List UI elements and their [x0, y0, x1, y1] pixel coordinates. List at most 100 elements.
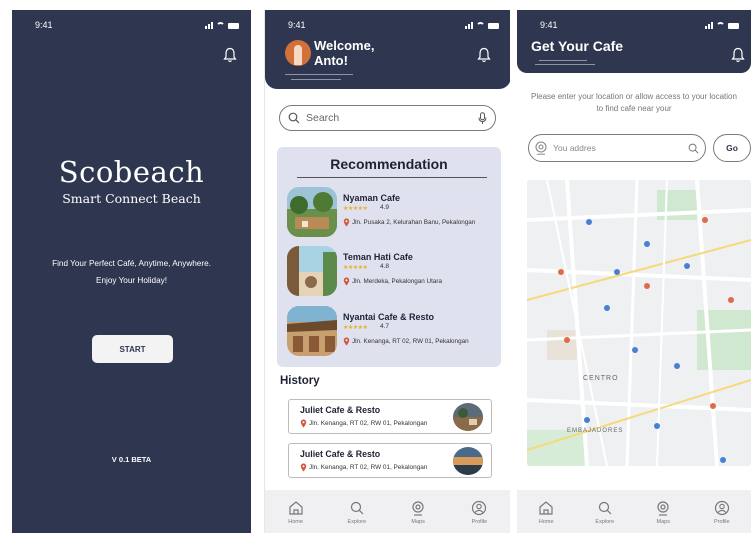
cafe-name: Nyantai Cafe & Resto: [343, 312, 435, 322]
header-divider: [291, 79, 341, 80]
recommendation-item[interactable]: Teman Hati Cafe ★★★★★ 4.8 Jln. Merdeka, …: [287, 246, 497, 298]
cafe-photo: [453, 447, 483, 475]
bottom-nav: Home Explore Maps Profile: [517, 490, 751, 533]
search-icon: [598, 501, 612, 515]
cafe-name: Teman Hati Cafe: [343, 252, 413, 262]
nav-home[interactable]: Home: [524, 500, 568, 525]
nav-home-label: Home: [288, 519, 303, 525]
cafe-name: Nyaman Cafe: [343, 193, 401, 203]
recommendation-panel: Recommendation Nyaman Cafe ★★★★★ 4.9 Jln…: [277, 147, 501, 367]
cafe-address: Jln. Kenanga, RT 02, RW 01, Pekalongan: [343, 337, 469, 346]
home-header: 9:41 Welcome, Anto!: [265, 10, 510, 89]
welcome-message: Welcome, Anto!: [314, 38, 374, 68]
location-icon: [412, 501, 424, 516]
welcome-user-name: Anto!: [314, 53, 348, 68]
header-divider: [535, 64, 595, 65]
nav-maps-label: Maps: [411, 519, 425, 525]
bell-icon[interactable]: [477, 47, 491, 63]
history-item[interactable]: Juliet Cafe & Resto Jln. Kenanga, RT 02,…: [288, 399, 492, 434]
bell-icon[interactable]: [731, 47, 745, 63]
battery-icon: [728, 23, 739, 29]
status-bar: 9:41: [517, 20, 751, 32]
header-divider: [285, 74, 353, 75]
nav-profile-label: Profile: [713, 519, 730, 525]
map-label-centro: CENTRO: [583, 375, 619, 382]
nav-profile-label: Profile: [471, 519, 488, 525]
location-pin-icon: [300, 419, 307, 428]
nav-maps[interactable]: Maps: [396, 500, 440, 525]
search-input[interactable]: Search: [279, 105, 496, 131]
location-pin-icon: [300, 463, 307, 472]
nav-maps[interactable]: Maps: [641, 500, 685, 525]
nav-explore[interactable]: Explore: [335, 500, 379, 525]
wifi-icon: [716, 22, 725, 29]
status-time: 9:41: [35, 20, 53, 30]
cafe-address-text: Jln. Pusaka 2, Kelurahan Banu, Pekalonga…: [352, 219, 476, 226]
rating-stars: ★★★★★: [343, 206, 368, 212]
tagline-line-2: Enjoy Your Holiday!: [95, 276, 167, 285]
location-pin-icon: [343, 218, 350, 227]
signal-icon: [205, 22, 213, 29]
welcome-line-1: Welcome,: [314, 38, 375, 53]
nav-home-label: Home: [538, 519, 554, 525]
go-button[interactable]: Go: [713, 134, 751, 162]
rating-stars: ★★★★★: [343, 325, 368, 331]
address-input[interactable]: You addres: [528, 134, 706, 162]
cafe-address-text: Jln. Kenanga, RT 02, RW 01, Pekalongan: [352, 338, 469, 345]
home-icon: [289, 501, 303, 515]
find-cafe-screen: 9:41 Get Your Cafe Please enter your loc…: [517, 10, 751, 533]
battery-icon: [488, 23, 499, 29]
history-cafe-address: Jln. Kenanga, RT 02, RW 01, Pekalongan: [300, 463, 427, 472]
nav-explore-label: Explore: [595, 519, 615, 525]
app-title: Scobeach: [58, 155, 205, 189]
recommendation-title: Recommendation: [330, 156, 448, 172]
recommendation-item[interactable]: Nyantai Cafe & Resto ★★★★★ 4.7 Jln. Kena…: [287, 306, 497, 358]
cafe-address: Jln. Merdeka, Pekalongan Utara: [343, 277, 442, 286]
wifi-icon: [476, 22, 485, 29]
location-pin-icon: [343, 337, 350, 346]
search-icon: [350, 501, 364, 515]
address-placeholder: You addres: [553, 143, 596, 153]
splash-screen: 9:41 Scobeach Smart Connect Beach Find Y…: [12, 10, 251, 533]
nav-home[interactable]: Home: [274, 500, 318, 525]
header-divider: [539, 60, 587, 61]
status-icons: [205, 22, 239, 29]
nav-explore[interactable]: Explore: [583, 500, 627, 525]
bell-icon[interactable]: [223, 47, 237, 63]
cafe-photo: [287, 246, 337, 296]
rating-value: 4.9: [380, 204, 390, 211]
recommendation-item[interactable]: Nyaman Cafe ★★★★★ 4.9 Jln. Pusaka 2, Kel…: [287, 187, 497, 239]
find-cafe-header: 9:41 Get Your Cafe: [517, 10, 751, 73]
location-icon: [535, 141, 547, 155]
nav-profile[interactable]: Profile: [457, 500, 501, 525]
history-cafe-address: Jln. Kenanga, RT 02, RW 01, Pekalongan: [300, 419, 427, 428]
history-title: History: [280, 375, 320, 387]
version-label: V 0.1 BETA: [111, 455, 152, 464]
rating-value: 4.7: [380, 323, 390, 330]
profile-icon: [714, 500, 729, 516]
profile-icon: [472, 500, 487, 516]
avatar[interactable]: [285, 40, 311, 66]
start-button[interactable]: START: [92, 335, 173, 363]
home-icon: [539, 501, 553, 515]
city-map[interactable]: CENTRO EMBAJADORES: [527, 180, 751, 466]
wifi-icon: [216, 22, 225, 29]
status-bar: 9:41: [265, 20, 510, 32]
location-instruction: Please enter your location or allow acce…: [531, 92, 737, 113]
tagline-line-1: Find Your Perfect Café, Anytime, Anywher…: [52, 259, 211, 268]
nav-profile[interactable]: Profile: [700, 500, 744, 525]
microphone-icon[interactable]: [478, 111, 487, 125]
location-icon: [657, 501, 669, 516]
status-time: 9:41: [540, 20, 558, 30]
search-icon: [288, 112, 300, 124]
home-screen: 9:41 Welcome, Anto! Search Recommendatio…: [264, 10, 510, 533]
history-cafe-name: Juliet Cafe & Resto: [300, 405, 381, 415]
bottom-nav: Home Explore Maps Profile: [265, 490, 510, 533]
history-item[interactable]: Juliet Cafe & Resto Jln. Kenanga, RT 02,…: [288, 443, 492, 478]
status-icons: [705, 22, 739, 29]
search-icon[interactable]: [688, 143, 699, 154]
history-cafe-name: Juliet Cafe & Resto: [300, 449, 381, 459]
cafe-photo: [453, 403, 483, 431]
nav-maps-label: Maps: [656, 519, 670, 525]
recommendation-divider: [297, 177, 487, 178]
